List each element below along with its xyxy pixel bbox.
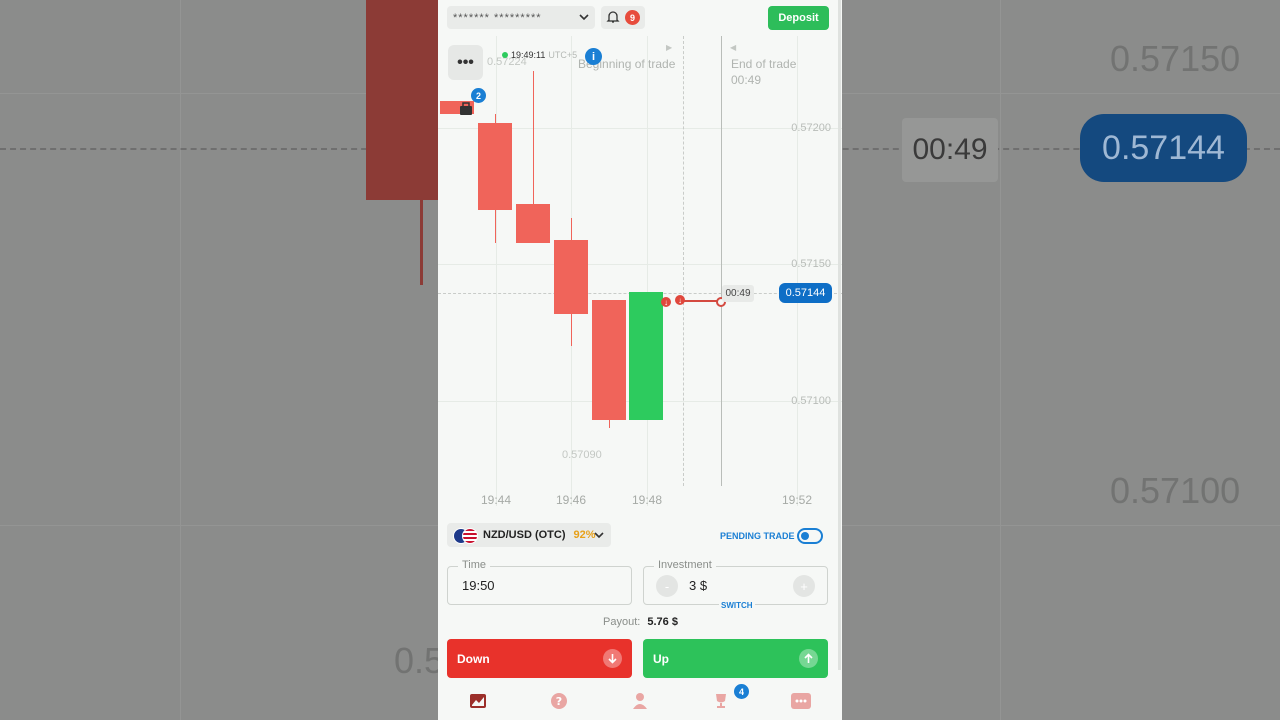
nav-profile-icon[interactable] — [628, 689, 652, 713]
chevron-down-icon — [579, 14, 589, 21]
up-label: Up — [653, 651, 669, 666]
online-dot-icon — [502, 52, 508, 58]
arrow-up-icon — [799, 649, 818, 668]
notifications-count-badge: 9 — [625, 10, 640, 25]
increase-investment-button[interactable]: + — [793, 575, 815, 597]
nav-more-icon[interactable] — [789, 689, 813, 713]
price-axis-tick: 0.57200 — [791, 122, 831, 134]
time-field[interactable]: Time 19:50 — [447, 559, 632, 605]
candle-body — [554, 239, 588, 314]
chevron-down-icon — [594, 532, 604, 539]
investment-field[interactable]: Investment - 3 $ + — [643, 559, 828, 605]
pending-trade-toggle[interactable] — [797, 528, 823, 544]
notifications-button[interactable]: 9 — [601, 6, 645, 29]
switch-button[interactable]: SWITCH — [719, 601, 755, 610]
info-icon[interactable]: i — [585, 48, 602, 65]
time-legend: Time — [458, 559, 491, 571]
investment-value: 3 $ — [689, 578, 708, 593]
payout-row: Payout: 5.76 $ — [603, 616, 678, 628]
bg-price-label: 0.57100 — [1110, 470, 1241, 511]
briefcase-icon — [459, 101, 472, 115]
payout-value: 5.76 $ — [647, 616, 678, 628]
nav-chart-icon[interactable] — [466, 689, 490, 713]
ellipsis-icon: ••• — [457, 53, 474, 71]
beginning-of-trade-line — [683, 36, 684, 486]
down-trade-marker-icon: ↓ — [661, 297, 671, 307]
end-of-trade-countdown: 00:49 — [731, 73, 762, 87]
bg-price-badge: 0.57144 — [1080, 114, 1247, 182]
time-axis-tick: 19:44 — [481, 493, 512, 507]
price-axis-tick: 0.57100 — [791, 395, 831, 407]
investment-legend: Investment — [654, 559, 716, 571]
account-balance-masked: ******* ********* — [453, 11, 542, 24]
bell-icon — [606, 11, 620, 23]
candle-body — [478, 122, 512, 210]
time-axis-tick: 19:48 — [632, 493, 663, 507]
asset-selector[interactable]: NZD/USD (OTC) 92% — [447, 523, 611, 547]
end-of-trade-label: End of trade — [731, 57, 797, 71]
time-axis-tick: 19:46 — [556, 493, 587, 507]
server-clock: 19:49:11 UTC+5 — [502, 50, 577, 60]
trading-app: ******* ********* 9 Deposit 0.57200 0.57… — [438, 0, 842, 720]
bg-price-label: 0.57150 — [1110, 38, 1241, 79]
clock-time: 19:49:11 — [511, 50, 546, 60]
payout-label: Payout: — [603, 616, 641, 628]
candle-body — [629, 291, 663, 421]
bg-timer: 00:49 — [902, 118, 998, 182]
svg-text:?: ? — [556, 695, 562, 708]
account-selector[interactable]: ******* ********* — [447, 6, 595, 29]
end-of-trade-line — [721, 36, 722, 486]
candle-body — [592, 299, 626, 421]
clock-timezone: UTC+5 — [548, 50, 578, 60]
trophy-count-badge: 4 — [734, 684, 749, 699]
arrow-down-icon — [603, 649, 622, 668]
price-axis-tick: 0.57150 — [791, 258, 831, 270]
down-label: Down — [457, 651, 490, 666]
low-price-label: 0.57090 — [562, 449, 602, 461]
down-button[interactable]: Down — [447, 639, 632, 678]
decrease-investment-button[interactable]: - — [656, 575, 678, 597]
open-trade-line — [679, 300, 721, 302]
portfolio-count-badge: 2 — [471, 88, 486, 103]
bottom-navigation: ? 4 — [438, 682, 842, 720]
time-value: 19:50 — [462, 578, 495, 593]
nav-help-icon[interactable]: ? — [547, 689, 571, 713]
price-chart[interactable]: 0.57200 0.57150 0.57100 19:44 19:46 19:4… — [438, 36, 842, 516]
nav-trophy-icon[interactable] — [709, 689, 733, 713]
candle-body — [516, 204, 550, 243]
bg-price-label: 0.5 — [394, 640, 445, 681]
nzd-usd-flags-icon — [453, 528, 478, 544]
time-axis-tick: 19:52 — [782, 493, 813, 507]
down-trade-marker-icon: ↓ — [675, 295, 685, 305]
pending-trade-label: PENDING TRADE — [720, 531, 795, 541]
current-price-badge: 0.57144 — [779, 283, 832, 303]
deposit-button[interactable]: Deposit — [768, 6, 829, 30]
scrollbar[interactable] — [838, 0, 841, 670]
asset-name: NZD/USD (OTC) — [483, 529, 566, 541]
more-menu-button[interactable]: ••• — [448, 45, 483, 80]
up-button[interactable]: Up — [643, 639, 828, 678]
top-bar: ******* ********* 9 Deposit — [438, 0, 842, 36]
expiry-timer: 00:49 — [722, 285, 754, 302]
